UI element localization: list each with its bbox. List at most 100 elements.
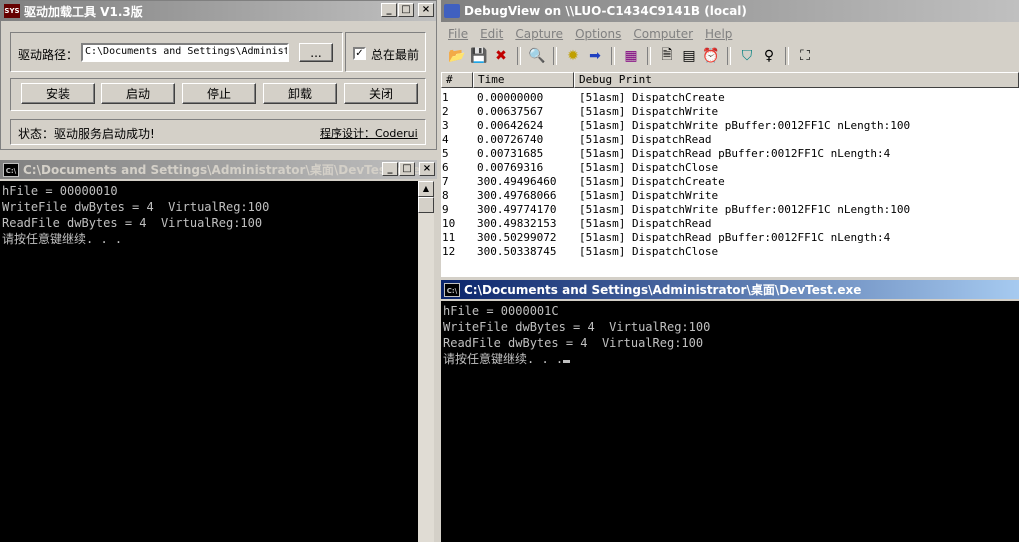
menu-options[interactable]: Options — [575, 27, 621, 41]
toolbar-separator — [647, 47, 651, 65]
uninstall-button[interactable]: 卸载 — [263, 83, 337, 104]
column-number[interactable]: # — [441, 72, 473, 88]
toolbar-separator — [553, 47, 557, 65]
toolbar-separator — [727, 47, 731, 65]
cell-n: 6 — [442, 161, 449, 174]
binoculars-icon[interactable]: ⛶ — [794, 46, 816, 66]
filter-icon[interactable]: ⛉ — [736, 46, 758, 66]
scroll-thumb[interactable] — [418, 197, 434, 213]
clear-icon[interactable]: ✖ — [490, 46, 512, 66]
path-label: 驱动路径： — [18, 48, 79, 62]
cell-time: 300.49832153 — [477, 217, 557, 230]
column-time[interactable]: Time — [473, 72, 574, 88]
table-row[interactable]: 1 0.00000000 [51asm] DispatchCreate — [441, 91, 1019, 105]
column-debug-print[interactable]: Debug Print — [574, 72, 1019, 88]
table-row[interactable]: 2 0.00637567 [51asm] DispatchWrite — [441, 105, 1019, 119]
highlight-icon[interactable]: ♀ — [758, 46, 780, 66]
path-input[interactable]: C:\Documents and Settings\Administ: — [81, 43, 289, 62]
table-row[interactable]: 4 0.00726740 [51asm] DispatchRead — [441, 133, 1019, 147]
debugview-titlebar[interactable]: DebugView on \\LUO-C1434C9141B (local) — [441, 0, 1019, 22]
table-row[interactable]: 5 0.00731685 [51asm] DispatchRead pBuffer:… — [441, 147, 1019, 161]
minimize-button[interactable]: _ — [381, 3, 397, 17]
table-row[interactable]: 12 300.50338745 [51asm] DispatchClose — [441, 245, 1019, 259]
close-button[interactable]: × — [418, 3, 434, 17]
cell-time: 0.00769316 — [477, 161, 544, 174]
install-button[interactable]: 安装 — [21, 83, 95, 104]
topmost-checkbox[interactable]: ✓ — [353, 47, 366, 60]
capture-icon[interactable]: ✹ — [562, 46, 584, 66]
console-line: hFile = 0000001C — [443, 304, 559, 318]
alarm-clock-icon[interactable]: ⏰ — [700, 46, 722, 66]
debugview-icon — [444, 4, 460, 18]
sys-icon: SYS — [4, 4, 20, 18]
menu-capture[interactable]: Capture — [515, 27, 563, 41]
console2-output[interactable]: hFile = 0000001C WriteFile dwBytes = 4 V… — [441, 301, 1019, 542]
close-app-button[interactable]: 关闭 — [344, 83, 418, 104]
capture-kernel-icon[interactable]: ▦ — [620, 46, 642, 66]
menu-computer[interactable]: Computer — [633, 27, 693, 41]
table-row[interactable]: 3 0.00642624 [51asm] DispatchWrite pBuffer… — [441, 119, 1019, 133]
cell-time: 300.50338745 — [477, 245, 557, 258]
stop-button[interactable]: 停止 — [182, 83, 256, 104]
autoscroll-icon[interactable]: ➡ — [584, 46, 606, 66]
cell-msg: [51asm] DispatchRead pBuffer:0012FF1C nL… — [579, 147, 891, 160]
cell-time: 300.49768066 — [477, 189, 557, 202]
console1-output[interactable]: hFile = 00000010 WriteFile dwBytes = 4 V… — [0, 181, 418, 542]
table-row[interactable]: 7 300.49496460 [51asm] DispatchCreate — [441, 175, 1019, 189]
cell-msg: [51asm] DispatchRead pBuffer:0012FF1C nL… — [579, 231, 891, 244]
console-line: hFile = 00000010 — [2, 184, 118, 198]
cell-msg: [51asm] DispatchRead — [579, 217, 712, 230]
maximize-button[interactable]: □ — [399, 162, 415, 176]
clock-time-icon[interactable]: 🗎 — [656, 46, 678, 66]
toolbar-separator — [517, 47, 521, 65]
console-line: WriteFile dwBytes = 4 VirtualReg:100 — [443, 320, 711, 334]
console-line: 请按任意键继续. . . — [2, 232, 123, 246]
console-line: WriteFile dwBytes = 4 VirtualReg:100 — [2, 200, 270, 214]
find-icon[interactable]: 🔍 — [526, 46, 548, 66]
debugview-window: DebugView on \\LUO-C1434C9141B (local) F… — [441, 0, 1019, 280]
cell-n: 12 — [442, 245, 456, 258]
table-row[interactable]: 6 0.00769316 [51asm] DispatchClose — [441, 161, 1019, 175]
table-row[interactable]: 11 300.50299072 [51asm] DispatchRead pBuff… — [441, 231, 1019, 245]
menu-file[interactable]: File — [448, 27, 468, 41]
cell-time: 0.00637567 — [477, 105, 544, 118]
show-milliseconds-icon[interactable]: ▤ — [678, 46, 700, 66]
console-icon: C:\ — [3, 162, 19, 177]
cell-msg: [51asm] DispatchWrite pBuffer:0012FF1C n… — [579, 119, 911, 132]
table-row[interactable]: 10 300.49832153 [51asm] DispatchRead — [441, 217, 1019, 231]
cell-n: 7 — [442, 175, 449, 188]
cell-time: 0.00726740 — [477, 133, 544, 146]
minimize-button[interactable]: _ — [382, 162, 398, 176]
loader-window: SYS 驱动加载工具 V1.3版 _ □ × 驱动路径： C:\Document… — [0, 0, 437, 150]
save-icon[interactable]: 💾 — [468, 46, 490, 66]
cell-n: 11 — [442, 231, 456, 244]
cell-n: 3 — [442, 119, 449, 132]
table-row[interactable]: 8 300.49768066 [51asm] DispatchWrite — [441, 189, 1019, 203]
console-line: 请按任意键继续. . . — [443, 352, 564, 366]
console2-titlebar[interactable]: C:\ C:\Documents and Settings\Administra… — [441, 280, 1019, 299]
menu-help[interactable]: Help — [705, 27, 732, 41]
loader-titlebar[interactable]: SYS 驱动加载工具 V1.3版 _ □ × — [1, 1, 436, 21]
cell-n: 2 — [442, 105, 449, 118]
status-text: 状态：驱动服务启动成功! — [18, 127, 155, 141]
close-button[interactable]: × — [419, 162, 435, 176]
scroll-up-icon[interactable]: ▲ — [418, 181, 434, 197]
menu-edit[interactable]: Edit — [480, 27, 503, 41]
cell-n: 8 — [442, 189, 449, 202]
credit-link[interactable]: 程序设计：Coderui — [320, 125, 418, 141]
list-header: # Time Debug Print — [441, 72, 1019, 88]
open-icon[interactable]: 📂 — [446, 46, 468, 66]
browse-button[interactable]: ... — [299, 43, 333, 62]
maximize-button[interactable]: □ — [398, 3, 414, 17]
console1-scrollbar[interactable]: ▲ — [418, 181, 434, 542]
table-row[interactable]: 9 300.49774170 [51asm] DispatchWrite pBuff… — [441, 203, 1019, 217]
cell-n: 1 — [442, 91, 449, 104]
debug-log-list[interactable]: # Time Debug Print 1 0.00000000 [51asm] Di… — [441, 72, 1019, 277]
console-icon: C:\ — [444, 282, 460, 297]
cell-time: 0.00731685 — [477, 147, 544, 160]
topmost-label[interactable]: 总在最前 — [371, 46, 419, 63]
start-button[interactable]: 启动 — [101, 83, 175, 104]
console1-titlebar[interactable]: C:\ C:\Documents and Settings\Administra… — [0, 160, 437, 179]
cell-msg: [51asm] DispatchWrite — [579, 105, 719, 118]
cell-time: 0.00642624 — [477, 119, 544, 132]
